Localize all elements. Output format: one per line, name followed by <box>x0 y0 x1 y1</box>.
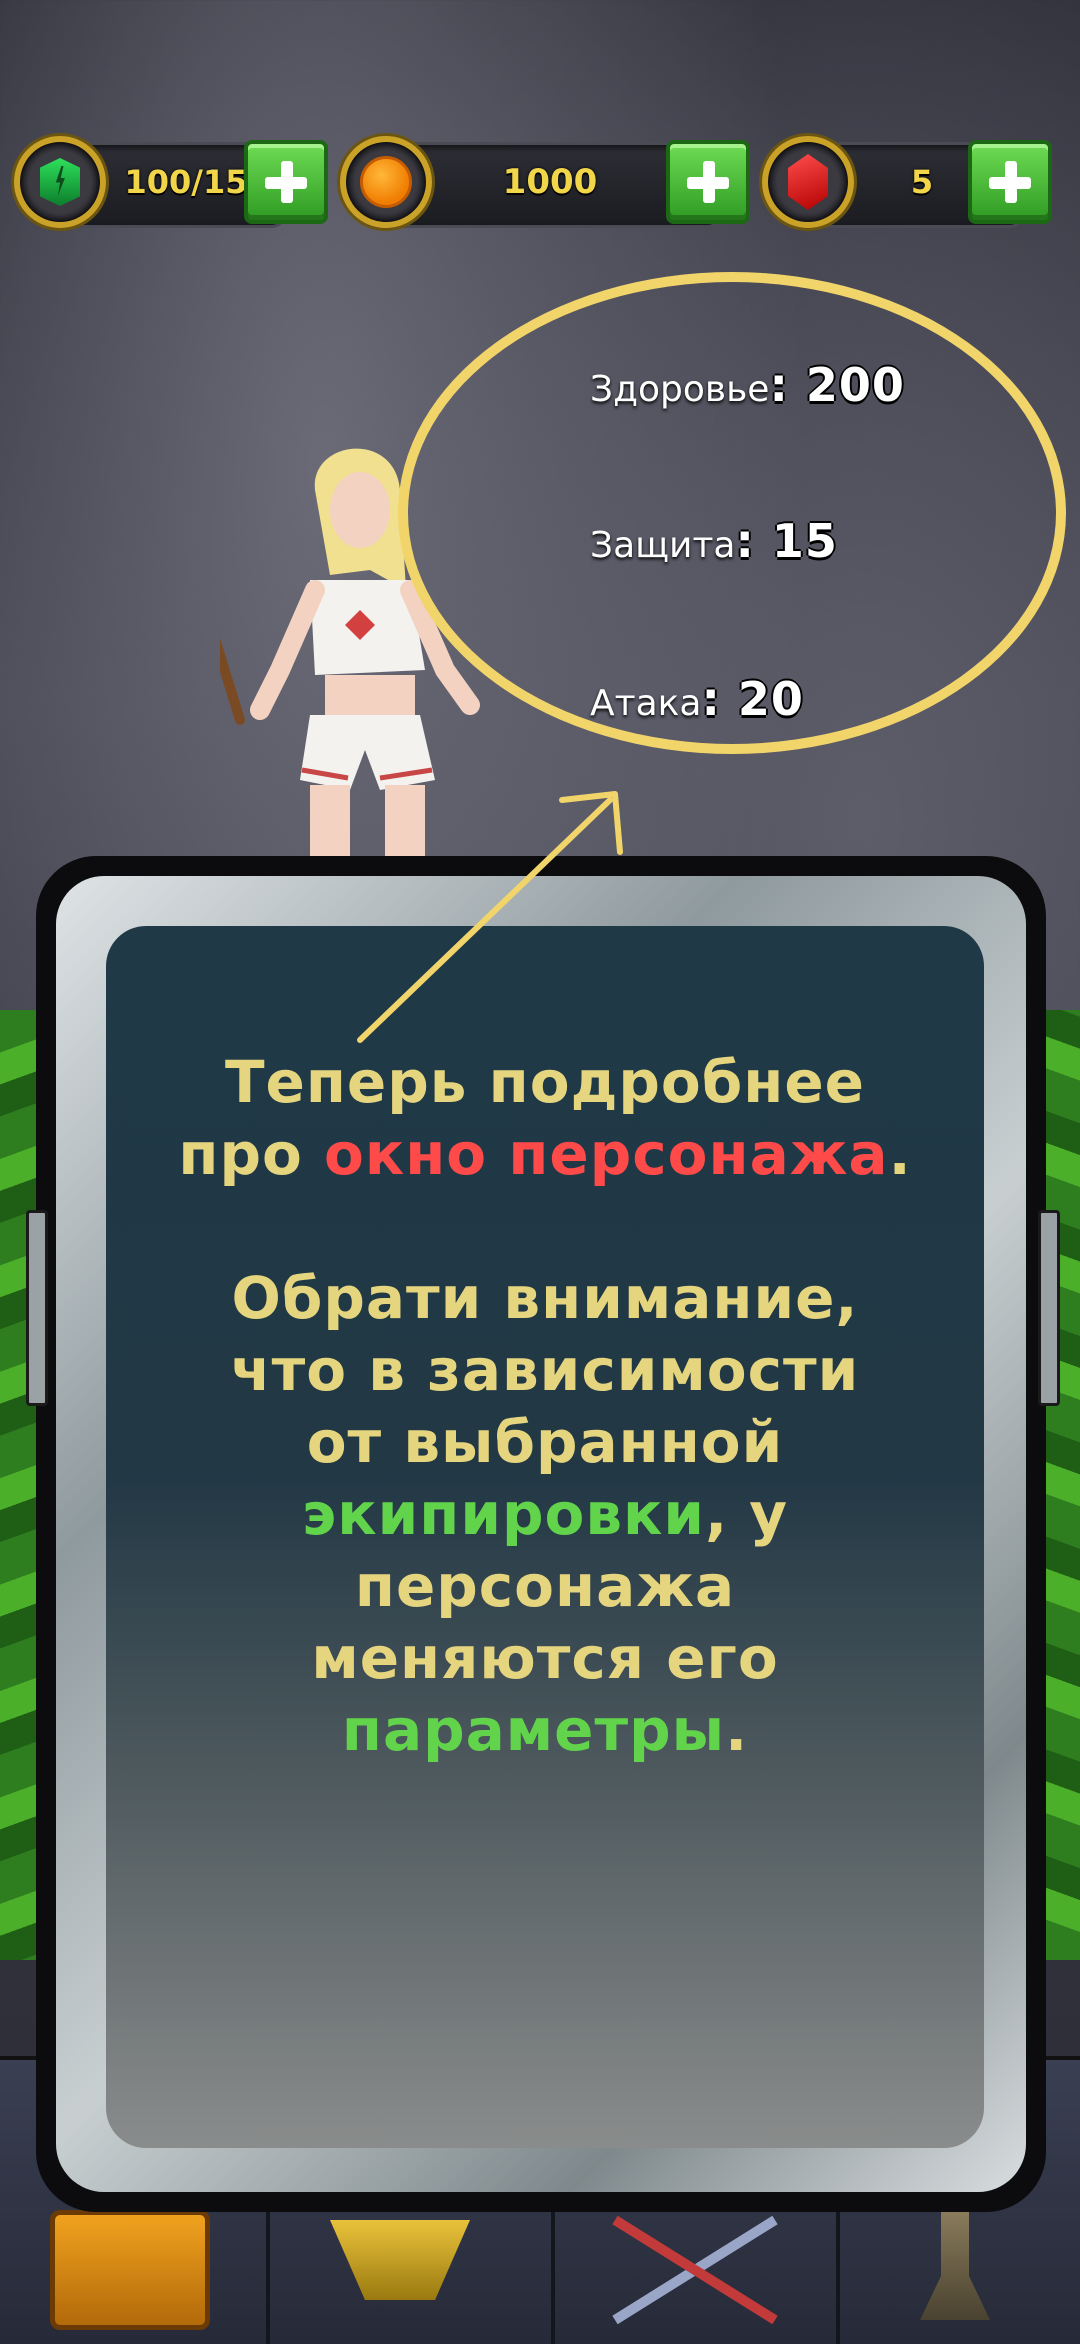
stat-defense-label: Защита <box>590 525 736 566</box>
tutorial-highlight-character-window: окно персонажа <box>324 1120 889 1188</box>
stat-attack-colon: : <box>701 672 738 726</box>
chest-icon <box>50 2210 210 2330</box>
add-energy-button[interactable] <box>244 140 328 224</box>
forge-anvil-icon <box>920 2210 990 2320</box>
tutorial-paragraph-2: Обрати внимание, что в зависимости от вы… <box>106 1262 984 1766</box>
coin-icon <box>360 156 412 208</box>
tutorial-pointer-arrow <box>357 791 623 1043</box>
stat-health-colon: : <box>769 358 806 412</box>
ruby-gem-icon <box>788 154 828 210</box>
add-coins-button[interactable] <box>666 140 750 224</box>
stat-health-value: 200 <box>805 358 905 412</box>
shop-icon <box>330 2220 470 2300</box>
stat-health-label: Здоровье <box>590 369 770 410</box>
energy-counter: 100/15 <box>14 136 328 228</box>
foliage-right <box>1040 1010 1080 1960</box>
coins-counter: 1000 <box>340 136 760 228</box>
tutorial-highlight-parameters: параметры <box>341 1696 726 1764</box>
gems-ring <box>762 136 854 228</box>
energy-ring <box>14 136 106 228</box>
add-gems-button[interactable] <box>968 140 1052 224</box>
dialog-side-tab-left <box>26 1210 48 1406</box>
dialog-side-tab-right <box>1038 1210 1060 1406</box>
tutorial-text: . <box>888 1120 912 1188</box>
tutorial-text: Обрати внимание, что в зависимости от вы… <box>230 1264 860 1476</box>
tutorial-text: . <box>725 1696 749 1764</box>
stat-attack-value: 20 <box>737 672 804 726</box>
energy-icon <box>40 158 80 206</box>
stat-defense-value: 15 <box>771 514 838 568</box>
gems-counter: 5 <box>762 136 1080 228</box>
stat-attack: Атака: 20 <box>590 672 804 726</box>
tutorial-highlight-equipment: экипировки <box>301 1480 706 1548</box>
coins-ring <box>340 136 432 228</box>
tutorial-message: Теперь подробнее про окно персонажа. Обр… <box>106 1046 984 1766</box>
gems-value: 5 <box>910 163 934 201</box>
stat-attack-label: Атака <box>590 683 702 724</box>
stat-defense: Защита: 15 <box>590 514 838 568</box>
battle-swords-icon <box>612 2215 778 2325</box>
tutorial-paragraph-1: Теперь подробнее про окно персонажа. <box>106 1046 984 1190</box>
energy-value: 100/15 <box>124 163 248 201</box>
stat-health: Здоровье: 200 <box>590 358 905 412</box>
stat-defense-colon: : <box>735 514 772 568</box>
coins-value: 1000 <box>502 162 598 202</box>
